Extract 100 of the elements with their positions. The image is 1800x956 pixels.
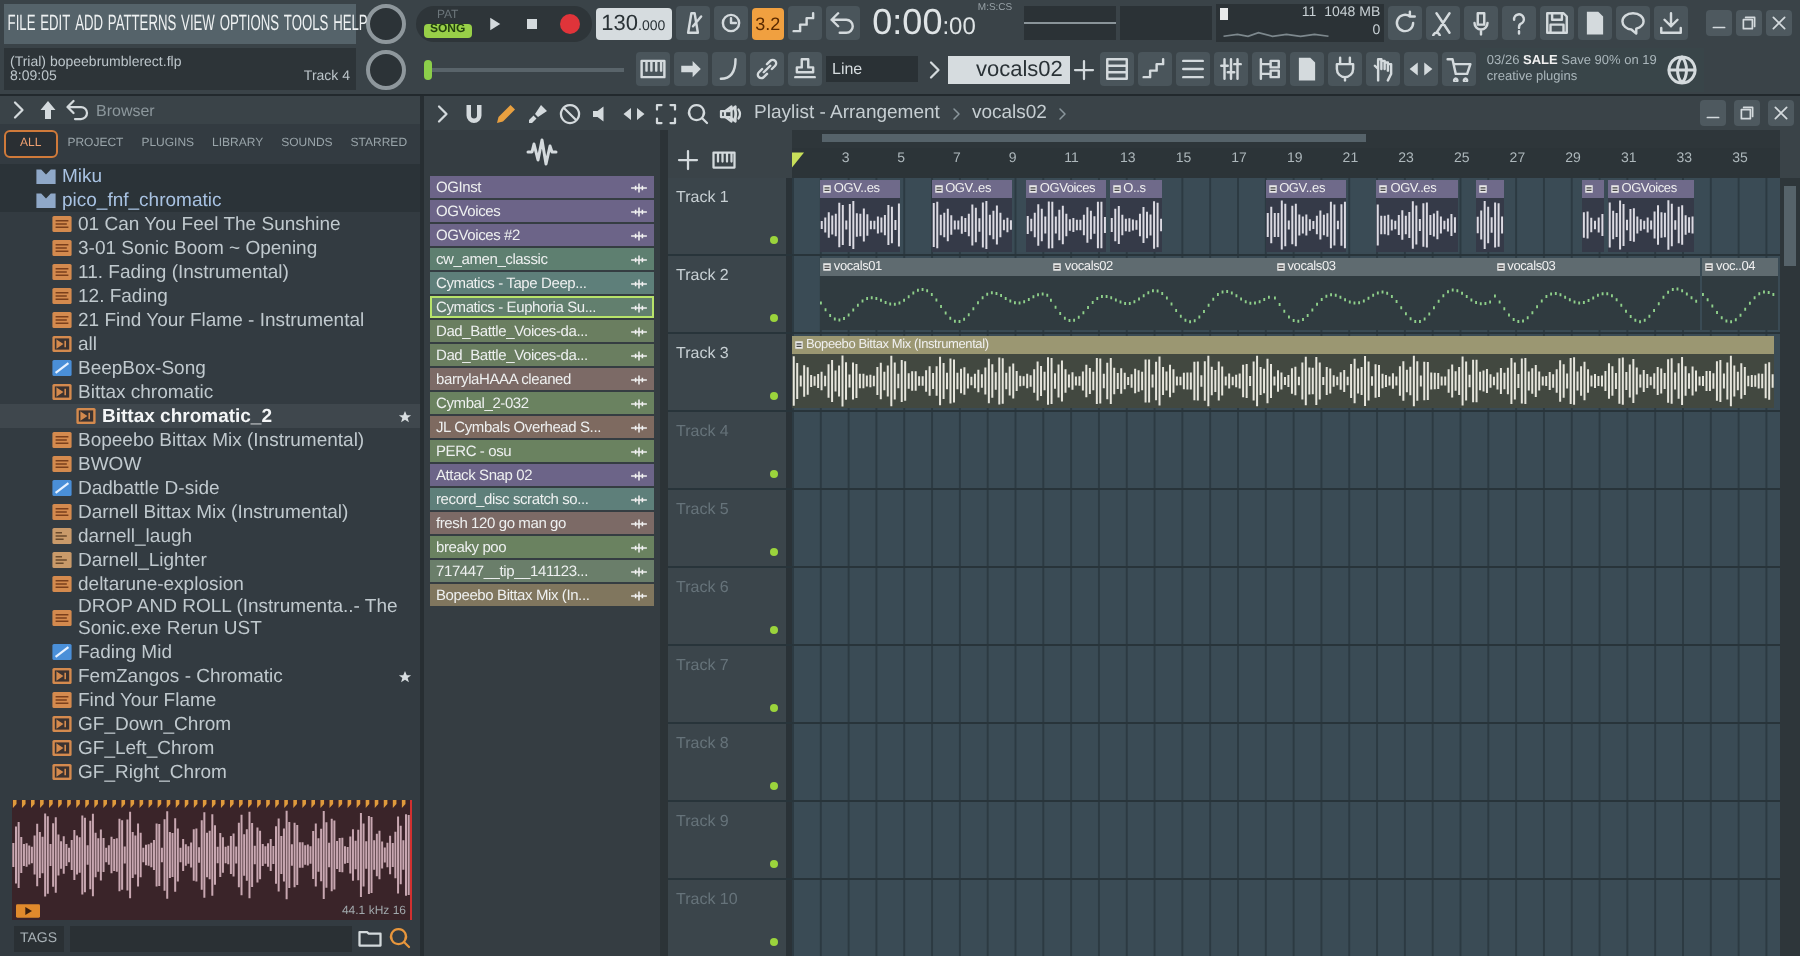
menu-item[interactable]: VIEW — [181, 11, 215, 35]
browser-item[interactable]: GF_Down_Chrom — [0, 712, 420, 736]
scissors-icon[interactable] — [1426, 6, 1461, 40]
browser-item[interactable]: Fading Mid — [0, 640, 420, 664]
save-icon[interactable] — [1540, 6, 1575, 40]
mic-icon[interactable] — [1464, 6, 1499, 40]
stamp-icon[interactable] — [788, 52, 822, 86]
browser-item[interactable]: Bittax chromatic_2 — [0, 404, 420, 428]
status-led-icon[interactable] — [770, 782, 778, 790]
menu-item[interactable]: ADD — [75, 11, 104, 35]
status-led-icon[interactable] — [770, 236, 778, 244]
chat-icon[interactable] — [1616, 6, 1651, 40]
folder-icon[interactable] — [358, 926, 382, 950]
wave-icon[interactable] — [526, 136, 558, 168]
browser-item[interactable]: Miku — [0, 164, 420, 188]
audio-clip[interactable] — [1476, 180, 1505, 252]
browser-item[interactable]: GF_Right_Chrom — [0, 760, 420, 784]
magnet-icon[interactable] — [462, 101, 486, 125]
arrow-right-icon[interactable] — [674, 52, 708, 86]
status-led-icon[interactable] — [770, 626, 778, 634]
help-icon[interactable] — [1502, 6, 1537, 40]
browser-item[interactable]: Darnell Bittax Mix (Instrumental) — [0, 500, 420, 524]
ban-icon[interactable] — [558, 101, 582, 125]
pattern-selector[interactable]: vocals02 — [948, 55, 1071, 83]
chevron-icon[interactable] — [1054, 105, 1071, 121]
close-icon[interactable] — [1766, 10, 1792, 36]
selection-icon[interactable] — [654, 101, 678, 125]
status-led-icon[interactable] — [770, 704, 778, 712]
browser-item[interactable]: Bopeebo Bittax Mix (Instrumental) — [0, 428, 420, 452]
undo-icon[interactable] — [66, 98, 90, 122]
menu-item[interactable]: FILE — [7, 11, 36, 35]
countdown-toggle[interactable]: 3.2 — [751, 7, 785, 39]
piano-icon[interactable] — [712, 148, 736, 172]
status-led-icon[interactable] — [770, 314, 778, 322]
browser-item[interactable]: GF_Left_Chrom — [0, 736, 420, 760]
arrow-up-icon[interactable] — [36, 98, 60, 122]
mixer-icon[interactable] — [1214, 52, 1249, 86]
browser-item[interactable]: 21 Find Your Flame - Instrumental — [0, 308, 420, 332]
browser-item[interactable]: 11. Fading (Instrumental) — [0, 260, 420, 284]
file-icon[interactable] — [1578, 6, 1613, 40]
file-icon[interactable] — [1290, 52, 1325, 86]
track-header[interactable]: Track 1 — [668, 178, 792, 254]
brush-icon[interactable] — [526, 101, 550, 125]
track-header[interactable]: Track 3 — [668, 334, 792, 410]
channels-icon[interactable] — [1100, 52, 1135, 86]
status-led-icon[interactable] — [770, 548, 778, 556]
browser-item[interactable]: 3-01 Sonic Boom ~ Opening — [0, 236, 420, 260]
slider-thumb[interactable] — [424, 59, 432, 79]
browser-item[interactable]: FemZangos - Chromatic — [0, 664, 420, 688]
browser-item[interactable]: pico_fnf_chromatic — [0, 188, 420, 212]
browser-item[interactable]: BeepBox-Song — [0, 356, 420, 380]
pencil-icon[interactable] — [494, 101, 518, 125]
piano-icon[interactable] — [636, 52, 670, 86]
metronome-icon[interactable] — [675, 6, 710, 40]
hand-icon[interactable] — [1366, 52, 1401, 86]
master-volume-knob[interactable] — [366, 3, 406, 43]
plus-icon[interactable] — [1072, 57, 1097, 81]
status-led-icon[interactable] — [770, 938, 778, 946]
add-track-icon[interactable] — [676, 148, 700, 172]
steps-icon[interactable] — [1138, 52, 1173, 86]
horizontal-scrollbar[interactable] — [792, 130, 1780, 148]
menu-item[interactable]: TOOLS — [283, 11, 329, 35]
menu-item[interactable]: OPTIONS — [219, 11, 280, 35]
browser-item[interactable]: Bittax chromatic — [0, 380, 420, 404]
audio-clip[interactable] — [1582, 180, 1605, 252]
pitch-knob[interactable] — [366, 49, 406, 89]
play-icon[interactable] — [16, 904, 40, 918]
refresh-icon[interactable] — [1388, 6, 1423, 40]
status-led-icon[interactable] — [770, 470, 778, 478]
browser-item[interactable]: Dadbattle D-side — [0, 476, 420, 500]
curve-icon[interactable] — [712, 52, 746, 86]
star-icon[interactable] — [398, 409, 412, 423]
browser-item[interactable]: DROP AND ROLL (Instrumenta..- The Sonic.exe Rerun UST — [0, 596, 420, 640]
browser-item[interactable]: 12. Fading — [0, 284, 420, 308]
download-icon[interactable] — [1654, 6, 1689, 40]
tree-icon[interactable] — [1252, 52, 1287, 86]
menu-item[interactable]: HELP — [333, 11, 368, 35]
slice-icon[interactable] — [1404, 52, 1439, 86]
browser-item[interactable]: 01 Can You Feel The Sunshine — [0, 212, 420, 236]
browser-item[interactable]: Darnell_Lighter — [0, 548, 420, 572]
playhead-icon[interactable] — [792, 152, 804, 168]
browser-item[interactable]: deltarune-explosion — [0, 572, 420, 596]
cart-icon[interactable] — [1442, 52, 1477, 86]
track-header[interactable]: Track 2 — [668, 256, 792, 332]
star-icon[interactable] — [398, 669, 412, 683]
globe-icon[interactable] — [1666, 53, 1699, 85]
maximize-icon[interactable] — [1734, 100, 1760, 126]
snap-dropdown[interactable]: Line — [826, 56, 918, 82]
close-icon[interactable] — [1768, 100, 1794, 126]
browser-item[interactable]: all — [0, 332, 420, 356]
undo-icon[interactable] — [826, 6, 861, 40]
menu-item[interactable]: PATTERNS — [107, 11, 177, 35]
breadcrumb-link[interactable]: vocals02 — [971, 102, 1047, 124]
list-icon[interactable] — [1176, 52, 1211, 86]
maximize-icon[interactable] — [1736, 10, 1762, 36]
plug-icon[interactable] — [1328, 52, 1363, 86]
browser-item[interactable]: BWOW — [0, 452, 420, 476]
record-button[interactable] — [559, 13, 580, 33]
steps-icon[interactable] — [788, 6, 823, 40]
browser-item[interactable]: darnell_laugh — [0, 524, 420, 548]
